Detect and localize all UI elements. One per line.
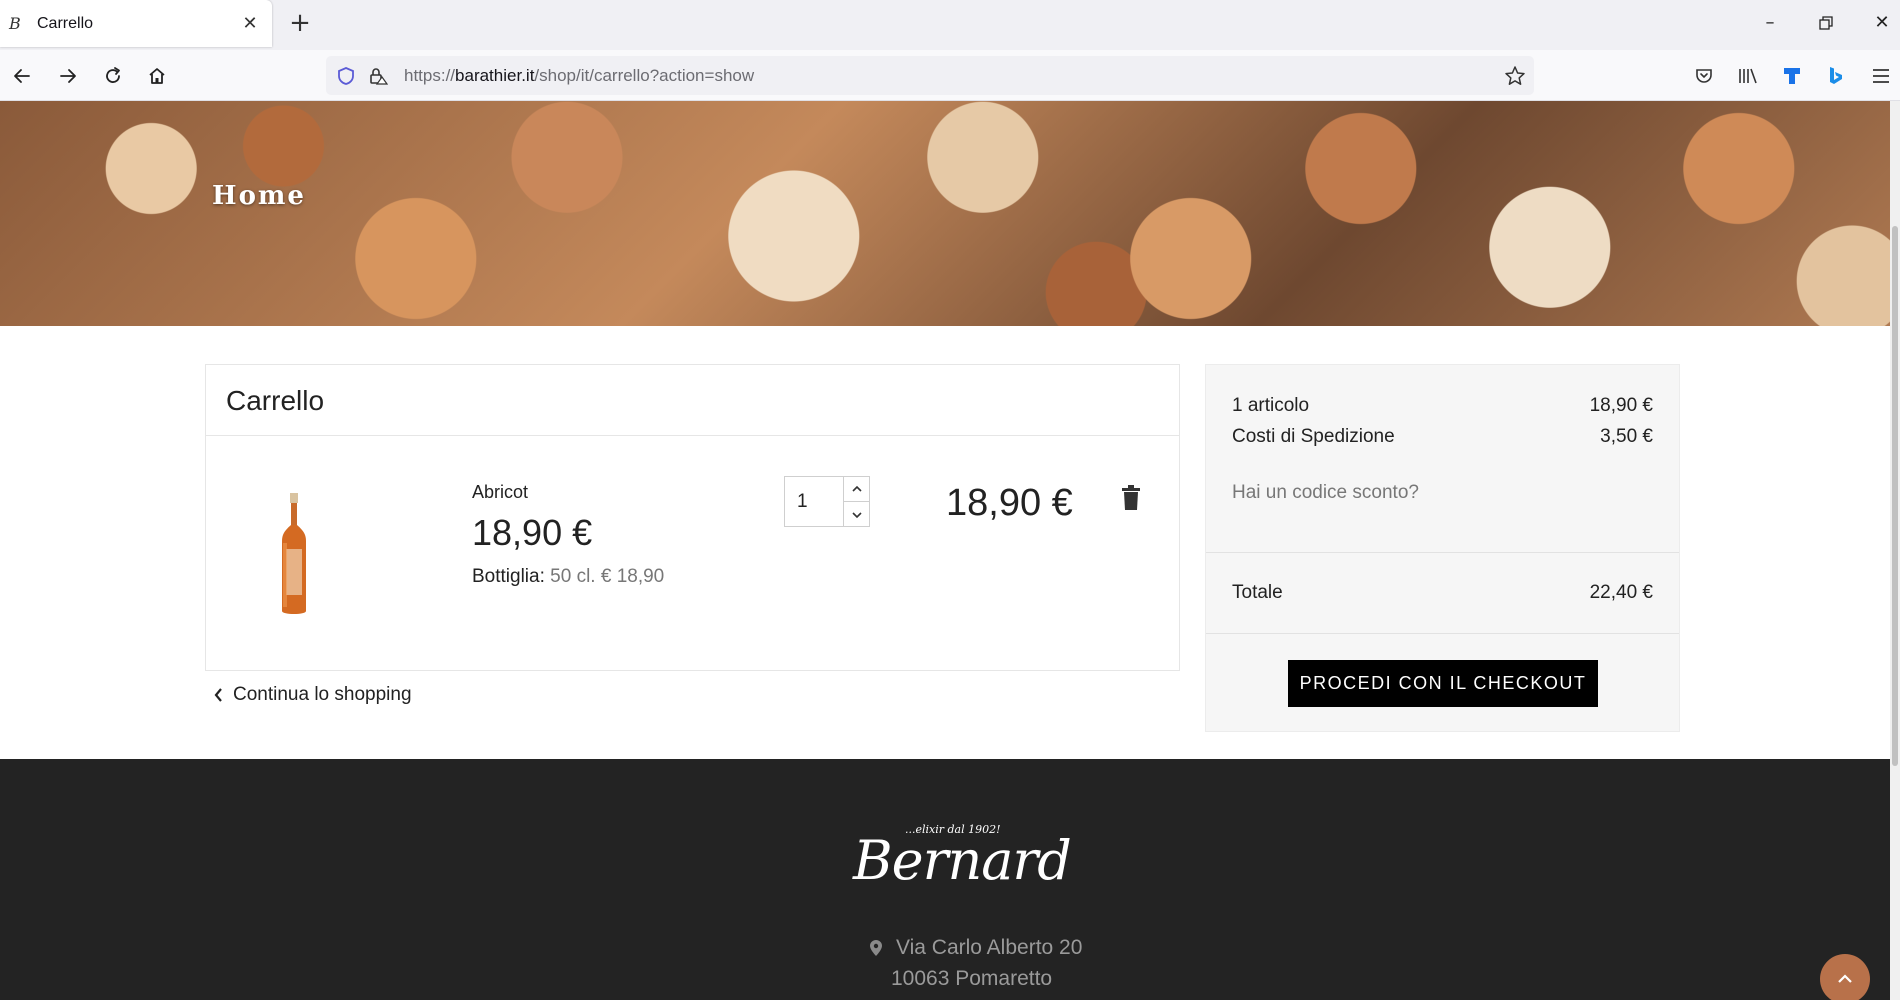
- summary-divider-bottom: [1206, 633, 1679, 634]
- address-line-1: Via Carlo Alberto 20: [870, 936, 1082, 960]
- url-prefix: https://: [404, 66, 456, 85]
- url-path: /shop/it/carrello?action=show: [534, 66, 755, 85]
- total-label: Totale: [1232, 582, 1283, 603]
- chevron-up-icon: [1838, 974, 1852, 983]
- continue-shopping-link[interactable]: Continua lo shopping: [213, 684, 412, 706]
- quantity-input[interactable]: 1: [797, 491, 808, 513]
- product-bottle-image[interactable]: [274, 493, 314, 617]
- items-subtotal: 18,90 €: [1589, 395, 1653, 416]
- variant-value: 50 cl. € 18,90: [550, 566, 665, 587]
- product-variant: Bottiglia: 50 cl. € 18,90: [472, 566, 664, 588]
- bernard-logo[interactable]: ...elixir dal 1902! Bernard: [845, 817, 1072, 892]
- checkout-button[interactable]: PROCEDI CON IL CHECKOUT: [1288, 660, 1598, 707]
- tab-bar: B Carrello ✕ + – ✕: [0, 0, 1900, 50]
- back-to-top-button[interactable]: [1820, 954, 1870, 1000]
- scrollbar-thumb[interactable]: [1892, 226, 1898, 766]
- back-icon[interactable]: [8, 62, 36, 90]
- quantity-increment-icon[interactable]: [843, 477, 869, 502]
- product-name[interactable]: Abricot: [472, 482, 528, 503]
- logo-name: Bernard: [853, 829, 1072, 892]
- close-window-icon[interactable]: ✕: [1862, 8, 1900, 38]
- library-icon[interactable]: [1735, 63, 1761, 89]
- order-summary: 1 articolo 18,90 € Costi di Spedizione 3…: [1205, 364, 1680, 732]
- home-icon[interactable]: [143, 62, 171, 90]
- continue-shopping-label: Continua lo shopping: [233, 684, 412, 705]
- chevron-left-icon: [214, 688, 222, 702]
- new-tab-button[interactable]: +: [286, 10, 314, 38]
- total-value: 22,40 €: [1589, 582, 1653, 603]
- cart-title: Carrello: [226, 385, 325, 416]
- product-price: 18,90 €: [472, 512, 593, 553]
- address-street: Via Carlo Alberto 20: [896, 936, 1083, 959]
- close-tab-icon[interactable]: ✕: [240, 13, 260, 33]
- footer: ...elixir dal 1902! Bernard Via Carlo Al…: [0, 759, 1890, 1000]
- shipping-cost: 3,50 €: [1600, 426, 1653, 447]
- summary-shipping-row: Costi di Spedizione 3,50 €: [1232, 426, 1653, 448]
- address-bar[interactable]: https://barathier.it/shop/it/carrello?ac…: [326, 56, 1534, 95]
- reload-icon[interactable]: [99, 62, 127, 90]
- line-total: 18,90 €: [946, 482, 1073, 524]
- shipping-label: Costi di Spedizione: [1232, 426, 1395, 447]
- forward-icon[interactable]: [54, 62, 82, 90]
- cart-header: Carrello: [206, 365, 1179, 436]
- quantity-decrement-icon[interactable]: [843, 502, 869, 527]
- bing-icon[interactable]: [1823, 63, 1849, 89]
- tracking-shield-icon[interactable]: [336, 66, 356, 86]
- url-host: barathier.it: [455, 66, 535, 85]
- bookmark-star-icon[interactable]: [1504, 65, 1526, 87]
- cart-panel: Carrello Abricot 18,90 € Bottiglia: 50 c…: [205, 364, 1180, 671]
- variant-label: Bottiglia:: [472, 566, 545, 587]
- url-text: https://barathier.it/shop/it/carrello?ac…: [404, 66, 754, 86]
- summary-items-row: 1 articolo 18,90 €: [1232, 395, 1653, 417]
- extension-icon[interactable]: [1779, 63, 1805, 89]
- browser-tab[interactable]: B Carrello ✕: [0, 0, 272, 47]
- address-line-2: 10063 Pomaretto: [891, 967, 1053, 990]
- quantity-stepper[interactable]: 1: [784, 476, 870, 527]
- summary-divider: [1206, 552, 1679, 553]
- discount-code-link[interactable]: Hai un codice sconto?: [1232, 482, 1419, 504]
- restore-icon[interactable]: [1806, 8, 1846, 38]
- tab-title: Carrello: [37, 14, 94, 32]
- lock-icon[interactable]: [368, 66, 388, 86]
- trash-icon[interactable]: [1120, 485, 1142, 511]
- summary-total-row: Totale 22,40 €: [1232, 582, 1653, 604]
- favicon-icon: B: [9, 13, 21, 33]
- map-pin-icon: [870, 940, 882, 956]
- minimize-icon[interactable]: –: [1750, 8, 1790, 38]
- navigation-bar: https://barathier.it/shop/it/carrello?ac…: [0, 50, 1900, 101]
- items-count-label: 1 articolo: [1232, 395, 1310, 416]
- hero-title[interactable]: Home: [212, 181, 306, 211]
- pocket-icon[interactable]: [1691, 63, 1717, 89]
- menu-icon[interactable]: [1868, 63, 1894, 89]
- hero-banner: Home: [0, 101, 1890, 326]
